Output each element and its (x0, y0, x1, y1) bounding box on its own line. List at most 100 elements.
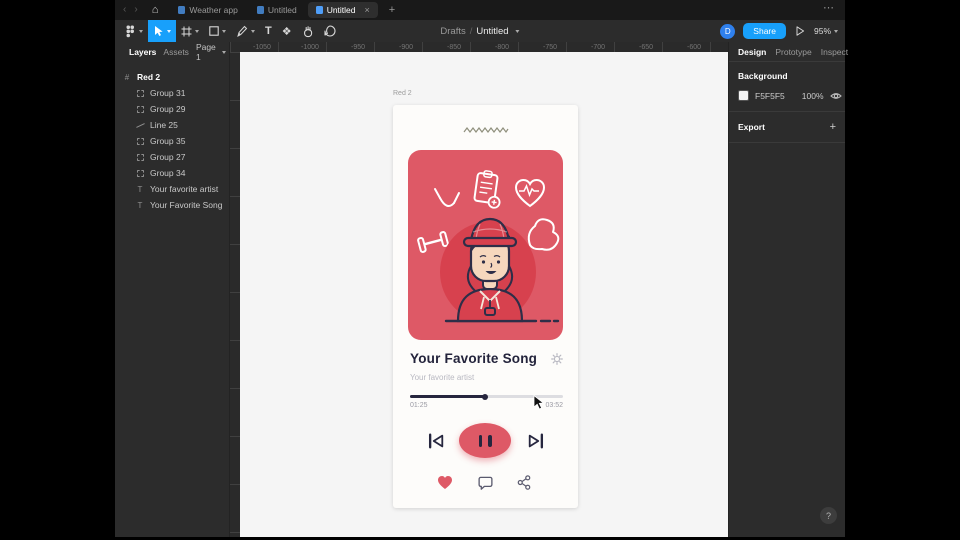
comment-bubble-icon (324, 25, 336, 37)
layer-name: Group 27 (150, 152, 185, 162)
layer-row-line-25[interactable]: Line 25 (115, 117, 229, 133)
breadcrumb[interactable]: Drafts / Untitled (440, 20, 519, 42)
hand-icon (302, 25, 314, 38)
layer-row-red-2[interactable]: # Red 2 (115, 69, 229, 85)
layer-row-group-27[interactable]: Group 27 (115, 149, 229, 165)
tab-design[interactable]: Design (738, 47, 766, 57)
tab-prototype[interactable]: Prototype (775, 47, 811, 57)
page-selector[interactable]: Page 1 (196, 42, 226, 62)
move-tool-button[interactable] (148, 20, 176, 42)
color-hex-value[interactable]: F5F5F5 (755, 91, 785, 101)
like-heart-icon[interactable] (437, 475, 453, 490)
gear-icon[interactable] (551, 353, 563, 365)
add-export-icon[interactable]: + (830, 121, 836, 133)
file-tab-untitled-2-active[interactable]: Untitled × (308, 2, 378, 18)
breadcrumb-separator: / (470, 26, 473, 37)
file-tab-weather-app[interactable]: Weather app (170, 2, 246, 18)
new-tab-button[interactable]: + (389, 4, 395, 16)
nav-forward-icon[interactable]: › (130, 5, 141, 15)
opacity-value[interactable]: 100% (802, 91, 824, 101)
file-tab-untitled-1[interactable]: Untitled (249, 2, 305, 18)
progress-handle[interactable] (482, 394, 488, 400)
visibility-eye-icon[interactable] (830, 91, 842, 101)
ruler-label: -1050 (238, 42, 286, 52)
main-menu-button[interactable] (119, 20, 148, 42)
page-selector-label: Page 1 (196, 42, 216, 62)
share-button[interactable]: Share (743, 23, 786, 39)
color-swatch[interactable] (738, 90, 749, 101)
nav-back-icon[interactable]: ‹ (119, 5, 130, 15)
inspector-tabs: Design Prototype Inspect (729, 42, 845, 62)
chevron-down-icon (222, 30, 226, 33)
component-tool-button[interactable]: ❖ (277, 20, 297, 42)
progress-fill (410, 395, 485, 398)
layer-name: Group 35 (150, 136, 185, 146)
toolbar-right: D Share 95% (720, 20, 838, 42)
layer-row-group-35[interactable]: Group 35 (115, 133, 229, 149)
tab-layers[interactable]: Layers (129, 47, 156, 57)
layers-panel-header: Layers Assets Page 1 (115, 42, 229, 62)
breadcrumb-location[interactable]: Drafts (440, 26, 465, 37)
layer-name: Group 34 (150, 168, 185, 178)
pen-tool-button[interactable] (231, 20, 260, 42)
breadcrumb-file-name[interactable]: Untitled (476, 26, 508, 37)
song-title[interactable]: Your Favorite Song (410, 351, 537, 366)
more-menu-icon[interactable]: ⋯ (823, 1, 835, 14)
transport-controls (393, 423, 578, 459)
layer-row-your-favorite-song[interactable]: T Your Favorite Song (115, 197, 229, 213)
frame-name-label[interactable]: Red 2 (393, 90, 412, 97)
chevron-down-icon (167, 30, 171, 33)
group-icon (135, 138, 145, 145)
chevron-down-icon (834, 30, 838, 33)
previous-track-button[interactable] (427, 431, 445, 451)
background-section: Background F5F5F5 100% (729, 62, 845, 112)
layer-row-group-34[interactable]: Group 34 (115, 165, 229, 181)
background-color-row: F5F5F5 100% (738, 90, 836, 101)
text-tool-button[interactable]: T (260, 20, 277, 42)
clipboard-icon (474, 170, 504, 209)
music-player-frame[interactable]: Your Favorite Song Your favorite artist (393, 105, 578, 508)
frame-tool-button[interactable] (176, 20, 204, 42)
layer-name: Your favorite artist (150, 184, 218, 194)
squiggle-decoration[interactable] (463, 126, 509, 134)
jump-rope-icon (435, 189, 459, 206)
flexed-arm-icon (529, 219, 559, 250)
artist-name[interactable]: Your favorite artist (410, 373, 474, 382)
tab-inspect[interactable]: Inspect (821, 47, 848, 57)
move-cursor-icon (153, 25, 164, 37)
share-icon[interactable] (517, 475, 531, 490)
file-icon (316, 6, 323, 14)
layer-row-group-29[interactable]: Group 29 (115, 101, 229, 117)
ruler-label: -950 (334, 42, 382, 52)
hand-tool-button[interactable] (297, 20, 319, 42)
comment-icon[interactable] (478, 475, 493, 490)
ruler-label: -850 (430, 42, 478, 52)
present-play-icon[interactable] (794, 25, 806, 37)
vertical-ruler (230, 52, 240, 537)
ruler-label: -1000 (286, 42, 334, 52)
toolbar: T ❖ Drafts / Untitled D Share (115, 20, 845, 42)
canvas[interactable]: Red 2 (240, 52, 728, 537)
song-title-row: Your Favorite Song (410, 351, 563, 366)
text-icon: T (135, 185, 145, 194)
close-tab-icon[interactable]: × (365, 5, 370, 15)
layer-name: Group 31 (150, 88, 185, 98)
frame-icon (181, 26, 192, 37)
home-icon[interactable]: ⌂ (152, 5, 159, 16)
tab-label: Untitled (268, 5, 297, 15)
layer-row-your-favorite-artist[interactable]: T Your favorite artist (115, 181, 229, 197)
pen-icon (236, 25, 248, 37)
pause-button[interactable] (459, 423, 511, 458)
help-button[interactable]: ? (820, 507, 837, 524)
album-art-card[interactable] (408, 150, 563, 340)
tab-assets[interactable]: Assets (163, 47, 189, 57)
avatar[interactable]: D (720, 24, 735, 39)
layer-name: Group 29 (150, 104, 185, 114)
chevron-down-icon (139, 30, 143, 33)
shape-tool-button[interactable] (204, 20, 231, 42)
comment-tool-button[interactable] (319, 20, 341, 42)
zoom-control[interactable]: 95% (814, 26, 838, 36)
layer-row-group-31[interactable]: Group 31 (115, 85, 229, 101)
next-track-button[interactable] (527, 431, 545, 451)
group-icon (135, 90, 145, 97)
